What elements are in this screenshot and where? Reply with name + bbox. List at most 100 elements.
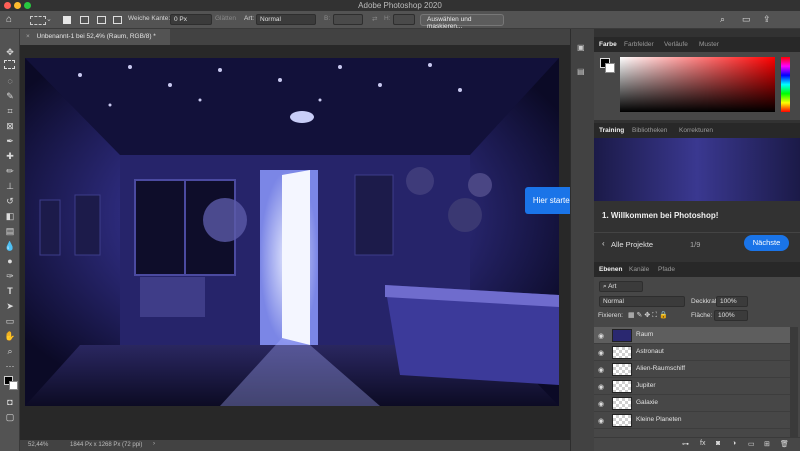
workspace-icon[interactable]: ▭ [742, 14, 751, 26]
add-selection-icon[interactable] [80, 16, 89, 24]
screen-mode-icon[interactable]: ▢ [3, 410, 17, 424]
layer-row[interactable]: ◉ Astronaut [594, 344, 790, 361]
feather-input[interactable]: 0 Px [170, 14, 212, 25]
delete-layer-icon[interactable]: 🗑 [780, 440, 789, 448]
clone-stamp-tool-icon[interactable]: ⊥ [3, 179, 17, 193]
type-tool-icon[interactable]: T [3, 284, 17, 298]
layers-scrollbar[interactable] [790, 327, 798, 437]
add-mask-icon[interactable]: ◙ [716, 440, 720, 447]
tab-ebenen[interactable]: Ebenen [599, 266, 622, 273]
color-picker-field[interactable] [620, 57, 775, 112]
visibility-eye-icon[interactable]: ◉ [598, 383, 604, 391]
opacity-input[interactable]: 100% [716, 296, 748, 307]
tab-bibliotheken[interactable]: Bibliotheken [632, 127, 667, 134]
panel-background-swatch[interactable] [605, 63, 615, 73]
pen-tool-icon[interactable]: ✑ [3, 269, 17, 283]
background-color-swatch[interactable] [9, 381, 18, 390]
visibility-eye-icon[interactable]: ◉ [598, 400, 604, 408]
visibility-eye-icon[interactable]: ◉ [598, 349, 604, 357]
layer-name: Raum [636, 331, 654, 338]
hue-slider[interactable] [781, 57, 790, 112]
visibility-eye-icon[interactable]: ◉ [598, 417, 604, 425]
canvas-area[interactable] [20, 45, 570, 440]
layer-row[interactable]: ◉ Alien-Raumschiff [594, 361, 790, 378]
brush-tool-icon[interactable]: ✏ [3, 164, 17, 178]
layer-row[interactable]: ◉ Jupiter [594, 378, 790, 395]
tab-verlaeufe[interactable]: Verläufe [664, 41, 688, 48]
chevron-down-icon[interactable]: ⌄ [46, 15, 52, 27]
right-panels: Farbe Farbfelder Verläufe Muster Trainin… [594, 29, 800, 451]
swap-icon[interactable]: ⇄ [372, 15, 377, 23]
canvas-image[interactable] [20, 45, 570, 440]
layer-name: Jupiter [636, 382, 656, 389]
rectangle-tool-icon[interactable]: ▭ [3, 314, 17, 328]
document-tab[interactable]: × Unbenannt-1 bei 52,4% (Raum, RGB/8) * [20, 29, 170, 45]
next-button[interactable]: Nächste [744, 235, 789, 251]
tab-kanaele[interactable]: Kanäle [629, 266, 649, 273]
layer-row[interactable]: ◉ Raum [594, 327, 790, 344]
fx-icon[interactable]: fx [700, 440, 705, 447]
tab-farbfelder[interactable]: Farbfelder [624, 41, 654, 48]
marquee-tool-preset-icon[interactable] [30, 16, 46, 25]
frame-tool-icon[interactable]: ⊠ [3, 119, 17, 133]
tab-korrekturen[interactable]: Korrekturen [679, 127, 713, 134]
tools-panel: ✥ ◌ ✎ ⌗ ⊠ ✒ ✚ ✏ ⊥ ↺ ◧ ▤ 💧 ● ✑ T ➤ ▭ ✋ ⌕ … [0, 29, 20, 451]
subtract-selection-icon[interactable] [97, 16, 106, 24]
dodge-tool-icon[interactable]: ● [3, 254, 17, 268]
chevron-left-icon[interactable]: ‹ [602, 239, 605, 248]
marquee-tool-icon[interactable] [4, 60, 15, 69]
document-tab-title: Unbenannt-1 bei 52,4% (Raum, RGB/8) * [36, 33, 156, 40]
path-selection-tool-icon[interactable]: ➤ [3, 299, 17, 313]
lasso-tool-icon[interactable]: ◌ [3, 74, 17, 88]
move-tool-icon[interactable]: ✥ [3, 45, 17, 59]
visibility-eye-icon[interactable]: ◉ [598, 332, 604, 340]
chevron-right-icon[interactable]: › [153, 441, 155, 447]
tab-farbe[interactable]: Farbe [599, 41, 617, 48]
zoom-tool-icon[interactable]: ⌕ [3, 344, 17, 358]
all-projects-link[interactable]: Alle Projekte [611, 240, 653, 249]
more-tools-icon[interactable]: ⋯ [3, 359, 17, 373]
style-label: Art: [244, 15, 255, 22]
gradient-tool-icon[interactable]: ▤ [3, 224, 17, 238]
antialias-checkbox[interactable]: Glätten [215, 15, 236, 22]
tab-pfade[interactable]: Pfade [658, 266, 675, 273]
lock-icons[interactable]: ▦ ✎ ✥ ⛶ 🔒 [628, 311, 668, 320]
tab-muster[interactable]: Muster [699, 41, 719, 48]
properties-panel-icon[interactable]: ▤ [577, 67, 585, 76]
crop-tool-icon[interactable]: ⌗ [3, 104, 17, 118]
lock-label: Fixieren: [598, 312, 623, 319]
intersect-selection-icon[interactable] [113, 16, 122, 24]
new-selection-icon[interactable] [63, 16, 71, 24]
adjustment-layer-icon[interactable]: ◑ [732, 440, 736, 447]
history-panel-icon[interactable]: ▣ [577, 43, 585, 52]
layer-row[interactable]: ◉ Galaxie [594, 395, 790, 412]
search-icon[interactable]: ⌕ [720, 14, 725, 26]
select-and-mask-button[interactable]: Auswählen und maskieren... [420, 14, 504, 30]
close-tab-icon[interactable]: × [26, 33, 30, 40]
document-tabbar: × Unbenannt-1 bei 52,4% (Raum, RGB/8) * [20, 29, 570, 45]
blur-tool-icon[interactable]: 💧 [3, 239, 17, 253]
healing-brush-tool-icon[interactable]: ✚ [3, 149, 17, 163]
hand-tool-icon[interactable]: ✋ [3, 329, 17, 343]
new-group-icon[interactable]: ▭ [748, 440, 755, 448]
link-layers-icon[interactable]: ⊶ [682, 440, 689, 448]
fill-input[interactable]: 100% [714, 310, 748, 321]
visibility-eye-icon[interactable]: ◉ [598, 366, 604, 374]
quick-mask-icon[interactable]: ◘ [3, 395, 17, 409]
history-brush-tool-icon[interactable]: ↺ [3, 194, 17, 208]
height-input[interactable] [393, 14, 415, 25]
width-input[interactable] [333, 14, 363, 25]
eraser-tool-icon[interactable]: ◧ [3, 209, 17, 223]
zoom-level[interactable]: 52,44% [28, 442, 48, 448]
layer-filter-select[interactable]: ⌕ Art [599, 281, 643, 292]
style-select[interactable]: Normal [256, 14, 316, 25]
share-icon[interactable]: ⇪ [763, 14, 771, 26]
quick-selection-tool-icon[interactable]: ✎ [3, 89, 17, 103]
eyedropper-tool-icon[interactable]: ✒ [3, 134, 17, 148]
layer-row[interactable]: ◉ Kleine Planeten [594, 412, 790, 429]
home-icon[interactable]: ⌂ [6, 14, 18, 26]
app-title: Adobe Photoshop 2020 [358, 1, 442, 10]
blend-mode-select[interactable]: Normal [599, 296, 685, 307]
tab-training[interactable]: Training [599, 127, 624, 134]
new-layer-icon[interactable]: ⊞ [764, 440, 770, 448]
